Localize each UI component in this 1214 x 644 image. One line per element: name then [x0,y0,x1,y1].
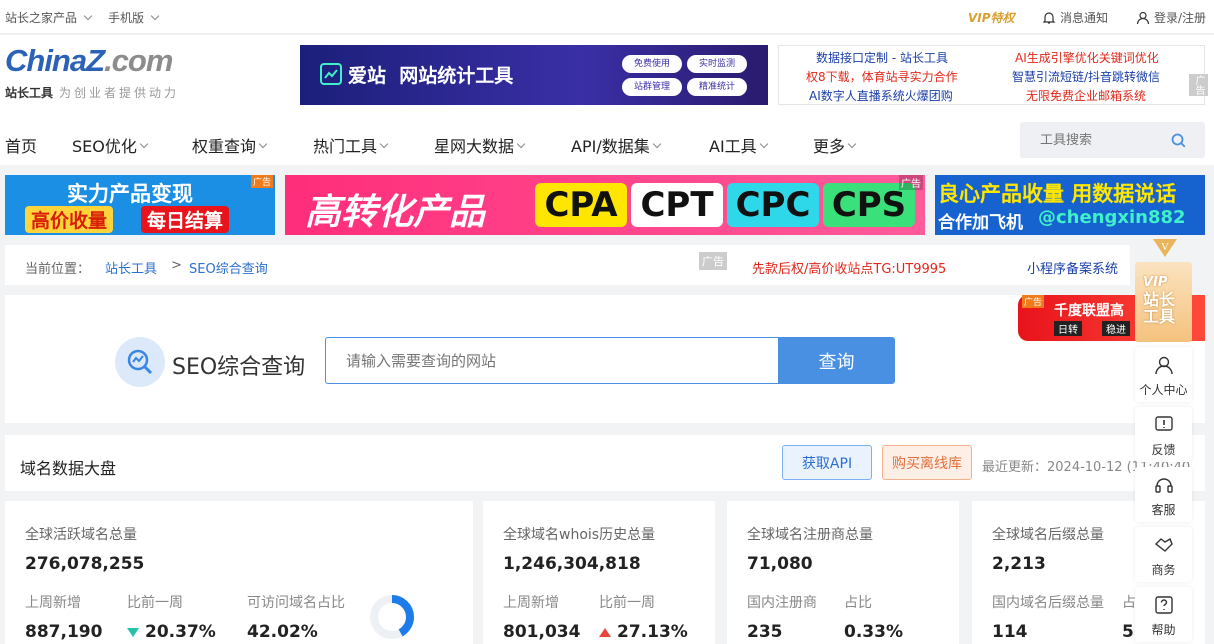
url-input[interactable] [326,338,779,383]
banner-pill: 精准统计 [687,78,747,96]
feedback-icon [1155,416,1173,431]
stat-card-whois-history: 全球域名whois历史总量 1,246,304,818 上周新增 801,034… [483,501,715,644]
chevron-down-icon [258,139,268,148]
chevron-down-icon [847,139,857,148]
personal-center-button[interactable]: 个人中心 [1135,347,1192,402]
banner-title: 爱站 网站统计工具 [348,65,514,87]
chinaz-logo[interactable]: ChinaZ.com [5,43,173,79]
tool-search [1020,122,1205,158]
chevron-down-icon [759,139,768,148]
query-button[interactable]: 查询 [778,337,895,384]
url-input-wrap [325,337,779,384]
tool-search-input[interactable] [1020,122,1170,158]
nav-home[interactable]: 首页 [5,133,37,157]
vip-crown-icon: V [1153,239,1177,257]
chart-logo-icon [320,63,342,85]
ad-banner-center[interactable]: 高转化产品 CPA CPT CPC CPS 广告 [285,175,925,235]
ad-label: 广告 [699,252,727,270]
handshake-icon [1154,537,1173,552]
breadcrumb-current[interactable]: SEO综合查询 [189,258,268,277]
text-ad-links: 数据接口定制 - 站长工具 AI生成引擎优化关键词优化 权8下载，体育站寻实力合… [778,45,1208,105]
nav-weight[interactable]: 权重查询 [192,133,268,157]
ad-link[interactable]: 权8下载，体育站寻实力合作 [806,68,958,85]
domain-dashboard-header: 域名数据大盘 获取API 购买离线库 最近更新：2024-10-12 (11:4… [5,435,1205,491]
nav-seo[interactable]: SEO优化 [72,133,149,157]
breadcrumb: 当前位置： 站长工具 > SEO综合查询 广告 先款后权/高价收站点TG:UT9… [5,245,1130,285]
headset-icon [1155,478,1173,493]
nav-big-data[interactable]: 星网大数据 [434,133,526,157]
logo-subtitle: 站长工具 为创业者提供动力 [5,86,180,100]
user-icon [1136,11,1150,24]
ad-link[interactable]: 智慧引流短链/抖音跳转微信 [1012,68,1160,85]
arrow-up-icon [599,627,611,637]
vip-tools-button[interactable]: VIP 站长 工具 [1135,262,1192,342]
get-api-button[interactable]: 获取API [782,445,872,480]
trend-value: 20.37% [127,622,216,642]
banner-pill: 实时监测 [687,55,747,73]
ad-link[interactable]: AI生成引擎优化关键词优化 [1015,49,1159,66]
search-icon[interactable] [1171,133,1186,148]
ad-label: 广告 [1189,74,1208,96]
nav-more[interactable]: 更多 [813,133,857,157]
buy-offline-db-button[interactable]: 购买离线库 [882,445,972,480]
svg-text:V: V [1161,241,1169,253]
trend-value: 27.13% [599,622,688,642]
accessible-ratio-donut [370,595,414,639]
help-button[interactable]: 帮助 [1135,587,1192,642]
chevron-down-icon [83,11,93,21]
help-icon [1155,596,1173,614]
vip-link[interactable]: VIP特权 [968,9,1015,26]
bell-icon [1042,11,1056,24]
seo-search-icon [115,337,165,387]
header: ChinaZ.com 站长工具 为创业者提供动力 爱站 网站统计工具 免费使用 实… [0,35,1214,165]
chevron-down-icon [150,11,160,21]
ad-banner-left[interactable]: 实力产品变现 高价收量 每日结算 广告 [5,175,275,235]
page-title: SEO综合查询 [172,355,306,380]
business-button[interactable]: 商务 [1135,527,1192,582]
stat-card-registrars: 全球域名注册商总量 71,080 国内注册商 235 占比 0.33% [727,501,959,644]
ad-link[interactable]: 无限免费企业邮箱系统 [1026,87,1146,104]
mini-program-link[interactable]: 小程序备案系统 [1027,258,1118,277]
ad-link[interactable]: 先款后权/高价收站点TG:UT9995 [752,258,946,277]
nav-hot-tools[interactable]: 热门工具 [313,133,389,157]
top-bar: 站长之家产品 手机版 VIP特权 消息通知 登录/注册 [0,0,1214,34]
chevron-down-icon [516,139,526,148]
section-title: 域名数据大盘 [20,459,117,478]
customer-service-button[interactable]: 客服 [1135,467,1192,522]
stat-card-active-domains: 全球活跃域名总量 276,078,255 上周新增 887,190 比前一周 2… [5,501,473,644]
nav-ai-tools[interactable]: AI工具 [709,133,768,157]
aizhan-banner-ad[interactable]: 爱站 网站统计工具 免费使用 实时监测 站群管理 精准统计 [300,45,768,105]
ad-link[interactable]: 数据接口定制 - 站长工具 [816,49,948,66]
arrow-down-icon [127,627,139,637]
ad-banner-right[interactable]: 良心产品收量 用数据说话 合作加飞机 @chengxin882 [935,175,1205,235]
chevron-down-icon [379,139,389,148]
chevron-down-icon [652,139,661,148]
messages-link[interactable]: 消息通知 [1042,9,1108,26]
login-link[interactable]: 登录/注册 [1136,9,1206,26]
nav-api[interactable]: API/数据集 [571,133,661,157]
feedback-button[interactable]: 反馈 [1135,407,1192,462]
user-icon [1155,356,1173,375]
banner-pill: 站群管理 [622,78,682,96]
site-products-menu[interactable]: 站长之家产品 [5,9,93,26]
mobile-version-menu[interactable]: 手机版 [108,9,160,26]
breadcrumb-home[interactable]: 站长工具 [105,258,157,277]
chevron-down-icon [139,139,149,148]
ad-link[interactable]: AI数字人直播系统火爆团购 [809,87,953,104]
banner-pill: 免费使用 [622,55,682,73]
